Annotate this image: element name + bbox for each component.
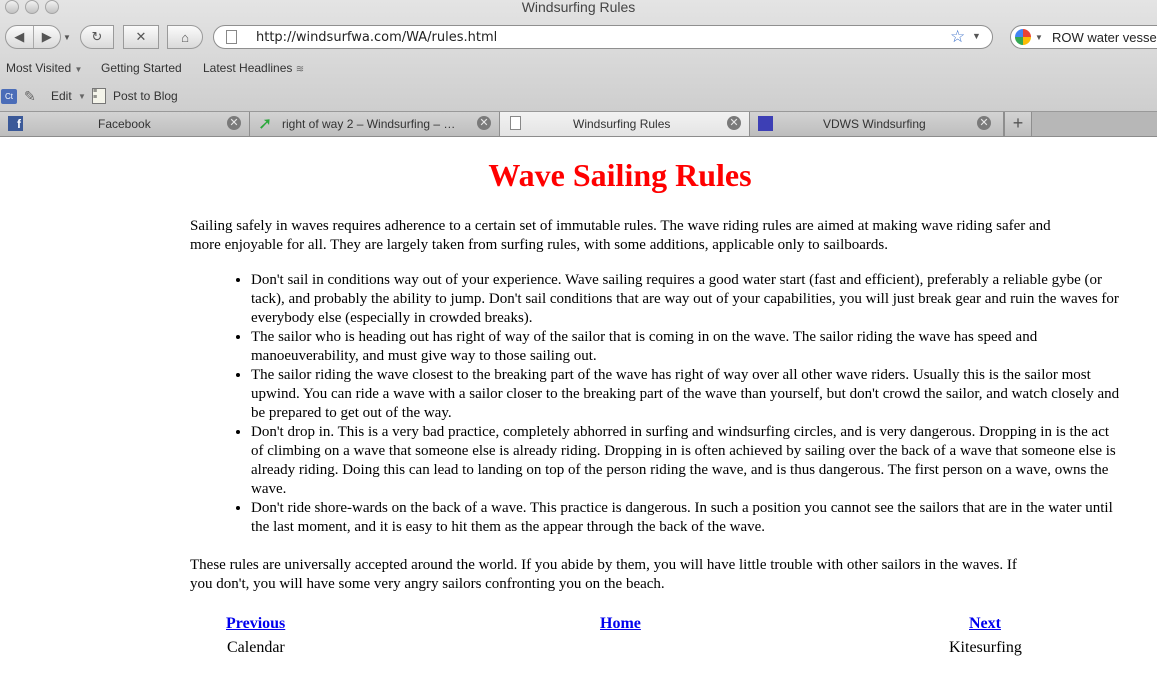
previous-caption: Calendar [227,639,285,656]
title-bar: Windsurfing Rules [0,0,1157,16]
rss-icon: ≋ [295,64,305,75]
closing-paragraph: These rules are universally accepted aro… [190,557,1017,592]
home-link[interactable]: Home [600,615,641,632]
navigation-toolbar: ◀ ▶ ▼ ↻ ✕ ⌂ http://windsurfwa.com/WA/rul… [0,18,1157,56]
tab-label: right of way 2 – Windsurfing – … [282,117,456,131]
page-content: Wave Sailing Rules Sailing safely in wav… [0,137,1157,695]
search-bar[interactable]: ▼ ROW water vessels [1010,25,1157,49]
reload-button[interactable]: ↻ [80,25,114,49]
green-arrow-icon: ➚ [258,114,273,133]
history-dropdown-icon[interactable]: ▼ [63,33,71,42]
home-icon: ⌂ [181,29,189,45]
url-bar[interactable]: http://windsurfwa.com/WA/rules.html ☆ ▼ [213,25,993,49]
close-icon[interactable]: ✕ [977,116,991,130]
tab-vdws-windsurfing[interactable]: VDWS Windsurfing ✕ [750,112,1004,136]
list-item: The sailor who is heading out has right … [251,328,1121,366]
search-input[interactable]: ROW water vessels [1052,30,1157,45]
list-item: Don't ride shore-wards on the back of a … [251,499,1121,537]
next-link[interactable]: Next [969,615,1001,632]
page-icon [510,116,521,130]
next-caption: Kitesurfing [949,639,1022,656]
vdws-icon [758,116,773,131]
bookmark-label: Most Visited [6,61,72,75]
bookmark-label: Latest Headlines [203,61,293,75]
window-title: Windsurfing Rules [521,0,636,15]
google-icon[interactable] [1015,29,1031,45]
bookmarks-toolbar: Most Visited ▼ Getting Started Latest He… [0,58,1157,78]
tab-label: VDWS Windsurfing [823,117,926,131]
bookmark-latest-headlines[interactable]: Latest Headlines ≋ [203,61,304,75]
bookmark-label: Getting Started [101,61,182,75]
chevron-down-icon[interactable]: ▼ [78,92,86,101]
facebook-icon: f [8,116,23,131]
page-icon [226,30,237,44]
stop-button[interactable]: ✕ [123,25,159,49]
close-icon[interactable]: ✕ [227,116,241,130]
reload-icon: ↻ [91,29,103,44]
blog-post-icon[interactable]: ≡ ≡ [92,88,106,104]
bookmark-getting-started[interactable]: Getting Started [101,61,182,75]
close-icon[interactable]: ✕ [727,116,741,130]
url-dropdown-icon[interactable]: ▼ [972,31,981,41]
plus-icon: + [1012,113,1024,133]
edit-icon[interactable]: ✎ [24,88,36,105]
home-button[interactable]: ⌂ [167,25,203,49]
previous-link[interactable]: Previous [226,615,285,632]
list-item: Don't sail in conditions way out of your… [251,271,1121,328]
intro-paragraph: Sailing safely in waves requires adheren… [190,218,1051,253]
tab-right-of-way[interactable]: ➚ right of way 2 – Windsurfing – … ✕ [250,112,500,136]
url-text[interactable]: http://windsurfwa.com/WA/rules.html [256,30,497,45]
bookmark-star-icon[interactable]: ☆ [950,27,965,47]
ct-icon[interactable]: Ct [1,89,17,104]
forward-arrow-icon[interactable]: ▶ [34,29,61,45]
stop-icon: ✕ [135,29,147,44]
edit-menu[interactable]: Edit [51,89,72,103]
new-tab-button[interactable]: + [1004,112,1032,136]
list-item: The sailor riding the wave closest to th… [251,366,1121,423]
page-title: Wave Sailing Rules [488,157,752,193]
previous-link-wrapper: Previous [226,614,285,633]
back-forward-buttons: ◀ ▶ [5,25,61,49]
post-to-blog-button[interactable]: Post to Blog [113,89,178,103]
chevron-down-icon: ▼ [74,65,83,74]
tab-label: Windsurfing Rules [573,117,671,131]
tab-facebook[interactable]: f Facebook ✕ [0,112,250,136]
next-link-wrapper: Next [969,614,1001,633]
home-link-wrapper: Home [600,614,641,633]
tab-label: Facebook [98,117,151,131]
back-arrow-icon[interactable]: ◀ [6,29,33,45]
close-icon[interactable]: ✕ [477,116,491,130]
list-item: Don't drop in. This is a very bad practi… [251,423,1121,499]
search-engine-dropdown-icon[interactable]: ▼ [1035,33,1043,42]
rules-list: Don't sail in conditions way out of your… [251,271,1121,537]
browser-chrome: Windsurfing Rules ◀ ▶ ▼ ↻ ✕ ⌂ http://win… [0,0,1157,137]
addon-toolbar: Ct ✎ Edit ▼ ≡ ≡ Post to Blog [0,84,1157,108]
bookmark-most-visited[interactable]: Most Visited ▼ [6,61,82,75]
tab-strip: f Facebook ✕ ➚ right of way 2 – Windsurf… [0,111,1157,137]
tab-windsurfing-rules[interactable]: Windsurfing Rules ✕ [500,112,750,136]
